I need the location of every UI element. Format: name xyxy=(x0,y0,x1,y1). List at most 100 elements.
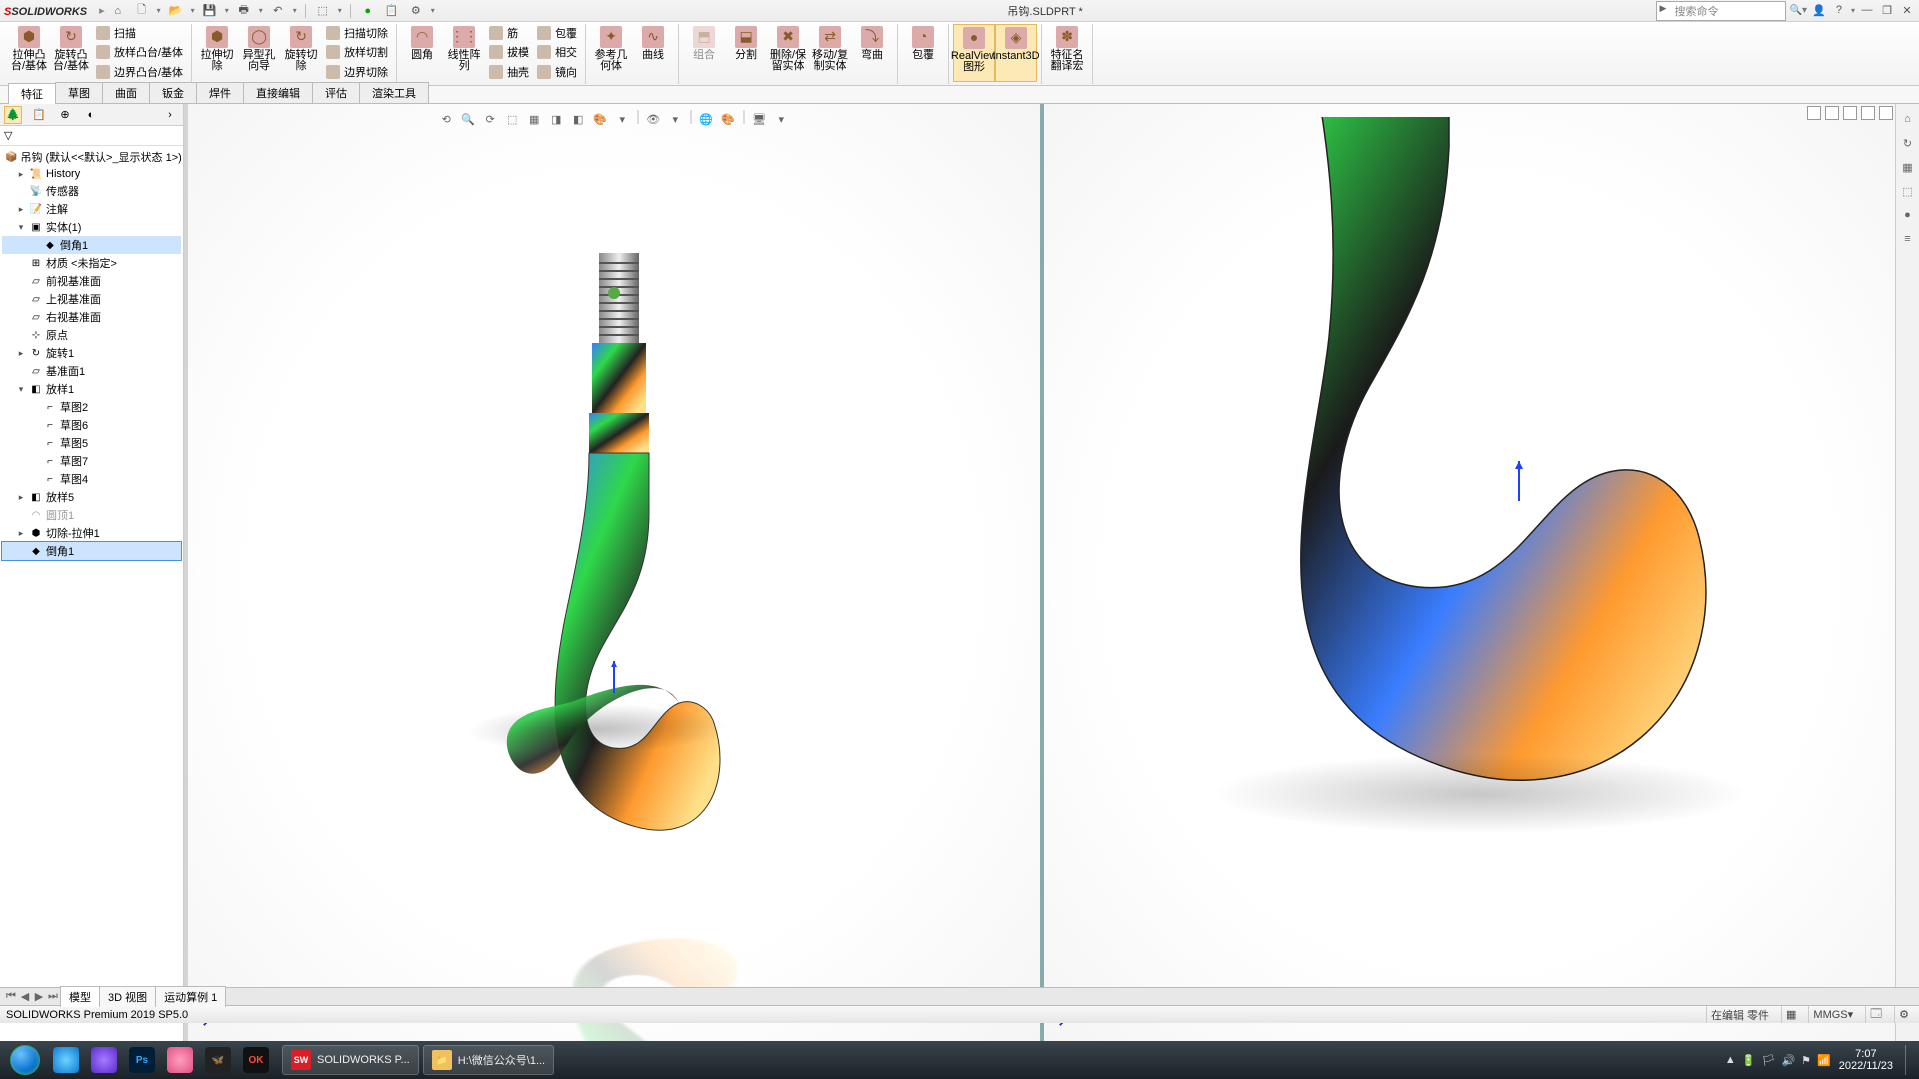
tab-草图[interactable]: 草图 xyxy=(55,82,103,103)
taskbar-task[interactable]: SWSOLIDWORKS P... xyxy=(282,1045,419,1075)
vp-min-icon[interactable] xyxy=(1825,106,1839,120)
hud-btn[interactable]: ◧ xyxy=(569,110,587,128)
viewport-left[interactable]: ⟲🔍⟳⬚▦◨◧🎨▾👁▾🌐🎨🖥▾ xyxy=(188,104,1040,1041)
start-button[interactable] xyxy=(6,1041,44,1079)
ribbon-相交[interactable]: 相交 xyxy=(535,43,579,61)
select-button[interactable]: ⬚ xyxy=(314,2,332,20)
taskbar-app-4[interactable]: 🦋 xyxy=(200,1045,236,1075)
tray-icon[interactable]: 📶 xyxy=(1817,1054,1831,1067)
tray-icon[interactable]: 🔋 xyxy=(1742,1054,1756,1067)
taskpane-icon[interactable]: ⬚ xyxy=(1899,182,1917,200)
ribbon-放样切割[interactable]: 放样切割 xyxy=(324,43,390,61)
ribbon-旋转凸台基体[interactable]: ↻旋转凸台/基体 xyxy=(50,24,92,82)
tree-原点[interactable]: ⊹原点 xyxy=(2,326,181,344)
tree-前视基准面[interactable]: ▱前视基准面 xyxy=(2,272,181,290)
tree-注解[interactable]: ▸📝注解 xyxy=(2,200,181,218)
hud-btn[interactable]: 🌐 xyxy=(697,110,715,128)
home-button[interactable]: ⌂ xyxy=(109,2,127,20)
ribbon-抽壳[interactable]: 抽壳 xyxy=(487,63,531,81)
hud-btn[interactable]: ⬚ xyxy=(503,110,521,128)
bottom-tab-模型[interactable]: 模型 xyxy=(60,986,100,1007)
hud-btn[interactable]: ▦ xyxy=(525,110,543,128)
sb-flag-1[interactable]: 🗔 xyxy=(1865,1006,1886,1023)
ribbon-曲线[interactable]: ∿曲线 xyxy=(632,24,674,82)
bottom-tab-3D 视图[interactable]: 3D 视图 xyxy=(99,986,156,1007)
ribbon-Instant3D[interactable]: ◈Instant3D xyxy=(995,24,1037,82)
ribbon-组合[interactable]: ⬒组合 xyxy=(683,24,725,82)
taskpane-icon[interactable]: ▦ xyxy=(1899,158,1917,176)
hud-btn[interactable]: ▾ xyxy=(772,110,790,128)
ribbon-删除保留实体[interactable]: ✖删除/保留实体 xyxy=(767,24,809,82)
ribbon-圆角[interactable]: ◠圆角 xyxy=(401,24,443,82)
hud-btn[interactable]: ⟲ xyxy=(437,110,455,128)
sb-icon[interactable]: ▦ xyxy=(1781,1006,1800,1023)
doc-props-button[interactable]: 📋 xyxy=(383,2,401,20)
hud-btn[interactable]: 🎨 xyxy=(719,110,737,128)
command-search[interactable]: 搜索命令 xyxy=(1656,1,1786,21)
hud-btn[interactable]: ◨ xyxy=(547,110,565,128)
tree-上视基准面[interactable]: ▱上视基准面 xyxy=(2,290,181,308)
close-button[interactable]: ✕ xyxy=(1899,4,1915,18)
sb-gear-icon[interactable]: ⚙ xyxy=(1894,1006,1913,1023)
show-desktop[interactable] xyxy=(1905,1045,1913,1075)
tray-icon[interactable]: ▲ xyxy=(1725,1054,1736,1067)
tree-草图5[interactable]: ⌐草图5 xyxy=(2,434,181,452)
tree-草图6[interactable]: ⌐草图6 xyxy=(2,416,181,434)
dimxpert-tab-icon[interactable]: ◐ xyxy=(82,106,100,124)
ribbon-拉伸凸台基体[interactable]: ⬢拉伸凸台/基体 xyxy=(8,24,50,82)
tab-焊件[interactable]: 焊件 xyxy=(196,82,244,103)
hud-btn[interactable]: ⟳ xyxy=(481,110,499,128)
save-button[interactable]: 💾 xyxy=(201,2,219,20)
taskbar-app-5[interactable]: OK xyxy=(238,1045,274,1075)
ribbon-旋转切除[interactable]: ↻旋转切除 xyxy=(280,24,322,82)
ribbon-边界切除[interactable]: 边界切除 xyxy=(324,63,390,81)
help-button[interactable]: ? xyxy=(1831,4,1847,18)
user-icon[interactable]: 👤 xyxy=(1811,4,1827,18)
tree-传感器[interactable]: 📡传感器 xyxy=(2,182,181,200)
feature-tree[interactable]: 📦 吊钩 (默认<<默认>_显示状态 1>) ▸📜History📡传感器▸📝注解… xyxy=(0,146,183,1041)
tree-root[interactable]: 📦 吊钩 (默认<<默认>_显示状态 1>) xyxy=(2,148,181,166)
hud-btn[interactable]: 🎨 xyxy=(591,110,609,128)
tab-评估[interactable]: 评估 xyxy=(312,82,360,103)
taskpane-icon[interactable]: ↻ xyxy=(1899,134,1917,152)
panel-more-icon[interactable]: › xyxy=(161,106,179,124)
hud-btn[interactable]: ▾ xyxy=(613,110,631,128)
tree-放样5[interactable]: ▸◧放样5 xyxy=(2,488,181,506)
tree-倒角1[interactable]: ◆倒角1 xyxy=(2,236,181,254)
ribbon-放样凸台基体[interactable]: 放样凸台/基体 xyxy=(94,43,185,61)
ribbon-RealView图形[interactable]: ●RealView图形 xyxy=(953,24,995,82)
hud-btn[interactable]: 🖥 xyxy=(750,110,768,128)
ribbon-扫描[interactable]: 扫描 xyxy=(94,24,185,42)
ribbon-特征名翻译宏[interactable]: ✽特征名翻译宏 xyxy=(1046,24,1088,82)
tab-nav[interactable]: ▶ xyxy=(32,990,46,1003)
taskbar-app-3[interactable] xyxy=(162,1045,198,1075)
clock[interactable]: 7:07 2022/11/23 xyxy=(1839,1048,1897,1072)
tree-旋转1[interactable]: ▸↻旋转1 xyxy=(2,344,181,362)
ribbon-弯曲[interactable]: ⤵弯曲 xyxy=(851,24,893,82)
ribbon-异型孔向导[interactable]: ◯异型孔向导 xyxy=(238,24,280,82)
hud-btn[interactable]: 👁 xyxy=(644,110,662,128)
vp-close-icon[interactable] xyxy=(1879,106,1893,120)
ribbon-扫描切除[interactable]: 扫描切除 xyxy=(324,24,390,42)
tree-放样1[interactable]: ▾◧放样1 xyxy=(2,380,181,398)
config-tab-icon[interactable]: ⊕ xyxy=(56,106,74,124)
ribbon-拉伸切除[interactable]: ⬢拉伸切除 xyxy=(196,24,238,82)
options-button[interactable]: ⚙ xyxy=(407,2,425,20)
tree-实体(1)[interactable]: ▾▣实体(1) xyxy=(2,218,181,236)
ribbon-线性阵列[interactable]: ⋮⋮线性阵列 xyxy=(443,24,485,82)
tree-草图4[interactable]: ⌐草图4 xyxy=(2,470,181,488)
ribbon-筋[interactable]: 筋 xyxy=(487,24,531,42)
tree-基准面1[interactable]: ▱基准面1 xyxy=(2,362,181,380)
tab-nav[interactable]: ⏮ xyxy=(4,990,18,1003)
tray-icon[interactable]: ⚑ xyxy=(1801,1054,1811,1067)
tab-曲面[interactable]: 曲面 xyxy=(102,82,150,103)
vp-max-icon[interactable] xyxy=(1843,106,1857,120)
tray-icon[interactable]: 🔊 xyxy=(1781,1054,1795,1067)
tray-icon[interactable]: 🏳 xyxy=(1762,1054,1776,1067)
tab-直接编辑[interactable]: 直接编辑 xyxy=(243,82,313,103)
hud-btn[interactable]: 🔍 xyxy=(459,110,477,128)
units-selector[interactable]: MMGS ▾ xyxy=(1808,1006,1857,1023)
restore-button[interactable]: ❐ xyxy=(1879,4,1895,18)
tree-倒角1[interactable]: ◆倒角1 xyxy=(2,542,181,560)
tree-切除-拉伸1[interactable]: ▸⬢切除-拉伸1 xyxy=(2,524,181,542)
